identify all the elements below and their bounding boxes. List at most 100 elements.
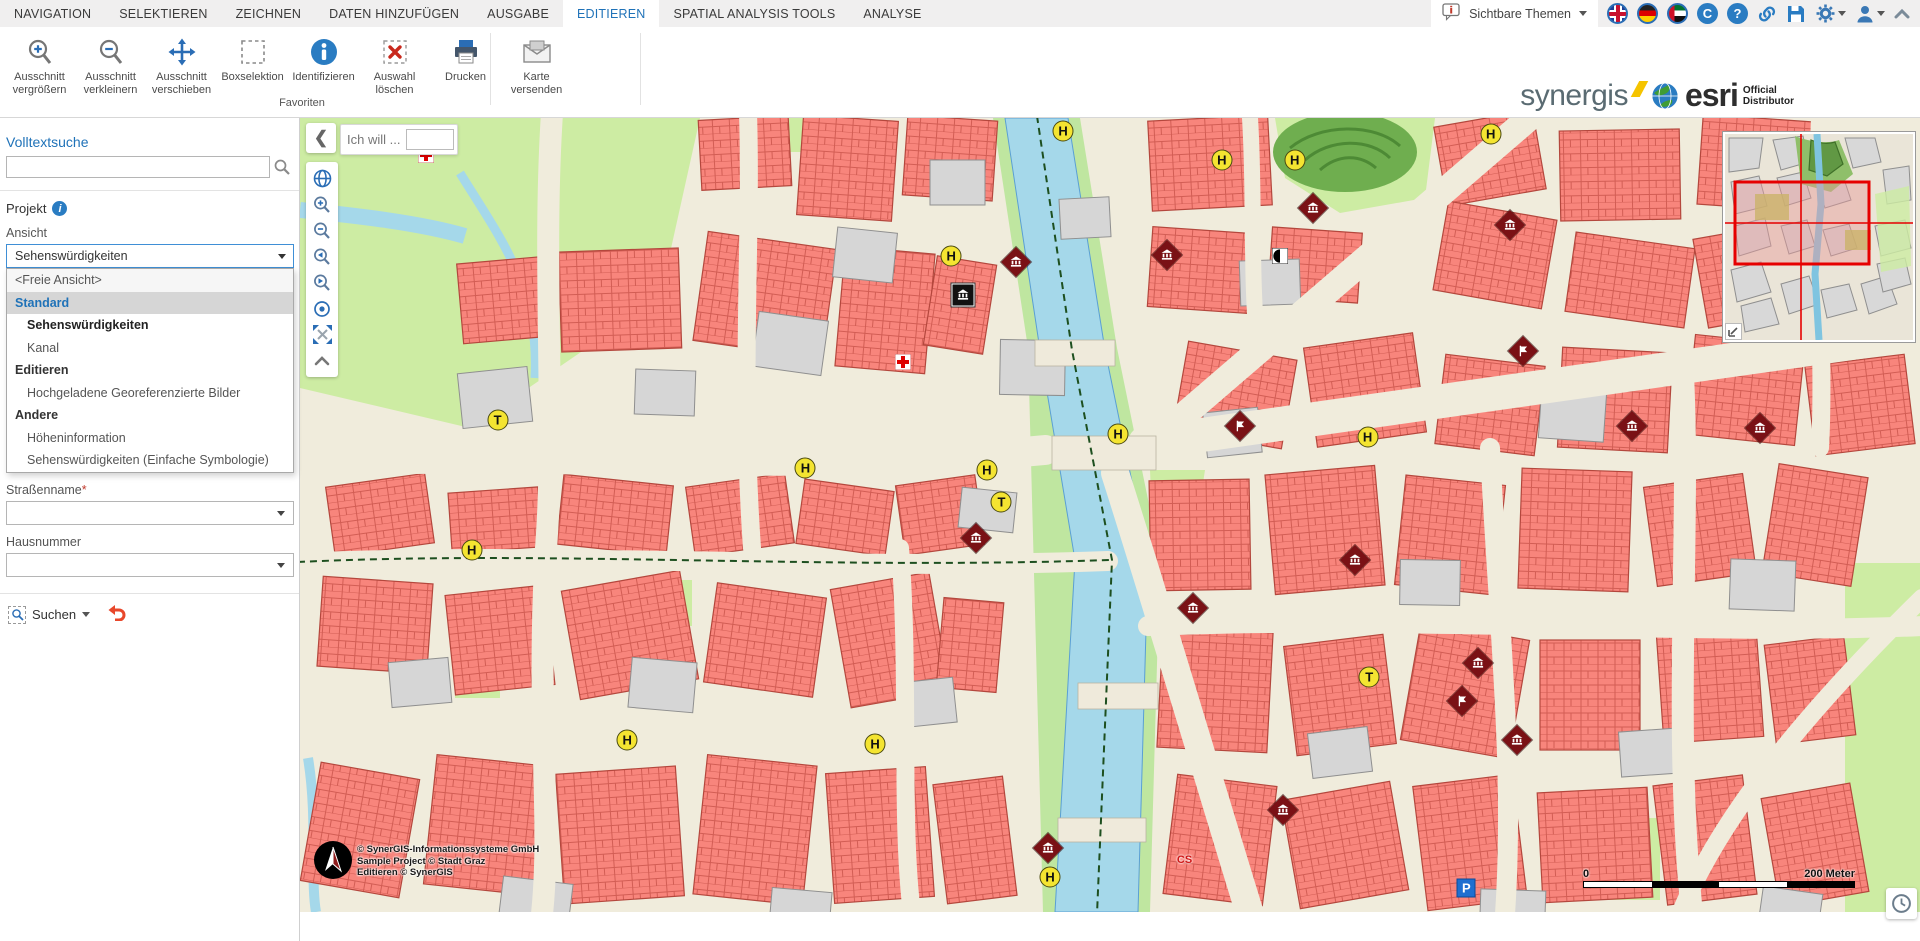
flag-de-icon[interactable] [1637, 3, 1658, 24]
stop-marker-h[interactable]: H [976, 459, 997, 480]
theater-marker[interactable] [1272, 248, 1288, 264]
tab-ausgabe[interactable]: AUSGABE [473, 0, 563, 27]
flag-uk-icon[interactable] [1607, 3, 1628, 24]
chevron-down-icon [1838, 11, 1846, 16]
dropdown-option-hochgeladene-bilder[interactable]: Hochgeladene Georeferenzierte Bilder [7, 382, 293, 405]
ribbon-separator [640, 33, 641, 105]
street-name-input[interactable] [6, 501, 294, 525]
collapse-chevron-icon[interactable] [1894, 8, 1910, 20]
pharmacy-marker[interactable] [895, 354, 911, 370]
info-icon[interactable]: i [52, 201, 67, 216]
tab-daten-hinzufuegen[interactable]: DATEN HINZUFÜGEN [315, 0, 473, 27]
stop-marker-t[interactable]: T [991, 492, 1012, 513]
next-extent-icon[interactable] [309, 271, 335, 294]
collapse-sidebar-button[interactable]: ❮ [306, 123, 336, 153]
i-want-to-input[interactable] [406, 129, 454, 150]
user-icon[interactable] [1855, 4, 1885, 24]
search-icon[interactable] [273, 158, 291, 181]
chevron-down-icon[interactable] [277, 563, 285, 568]
box-select-button[interactable]: Boxselektion [217, 31, 288, 97]
globe-icon[interactable] [309, 167, 335, 190]
collapse-up-icon[interactable] [309, 349, 335, 372]
chevron-down-icon [82, 612, 90, 617]
pan-button[interactable]: Ausschnittverschieben [146, 31, 217, 97]
stop-marker-t[interactable]: T [1359, 666, 1380, 687]
dropdown-group-editieren[interactable]: Editieren [7, 359, 293, 382]
identify-icon [309, 36, 339, 68]
project-label: Projekt i [6, 201, 299, 216]
fulltext-search-title: Volltextsuche [6, 134, 299, 150]
view-dropdown-list: <Freie Ansicht> Standard Sehenswürdigkei… [6, 268, 294, 473]
zoom-out-icon[interactable] [309, 219, 335, 242]
tab-editieren[interactable]: EDITIEREN [563, 0, 659, 27]
tab-zeichnen[interactable]: ZEICHNEN [222, 0, 316, 27]
scale-end-label: 200 Meter [1804, 868, 1855, 880]
dropdown-option-einfache-symbologie[interactable]: Sehenswürdigkeiten (Einfache Symbologie) [7, 449, 293, 472]
dropdown-option-kanal[interactable]: Kanal [7, 337, 293, 360]
visible-themes-button[interactable]: Sichtbare Themen [1431, 0, 1598, 27]
zoom-in-button[interactable]: Ausschnittvergrößern [4, 31, 75, 97]
visible-themes-label: Sichtbare Themen [1469, 7, 1571, 21]
settings-gear-icon[interactable] [1815, 3, 1846, 24]
tab-navigation[interactable]: NAVIGATION [0, 0, 105, 27]
dropdown-group-andere[interactable]: Andere [7, 404, 293, 427]
stop-marker-h[interactable]: H [795, 458, 816, 479]
full-extent-icon[interactable] [309, 323, 335, 346]
stop-marker-h[interactable]: H [1211, 150, 1232, 171]
center-icon[interactable] [309, 297, 335, 320]
stop-marker-h[interactable]: H [461, 539, 482, 560]
dropdown-option-freie-ansicht[interactable]: <Freie Ansicht> [7, 269, 293, 292]
chevron-down-icon[interactable] [277, 511, 285, 516]
stop-marker-h[interactable]: H [1480, 123, 1501, 144]
scale-bar: 0 200 Meter [1583, 868, 1855, 888]
stop-marker-t[interactable]: T [487, 409, 508, 430]
overview-collapse-icon[interactable] [1725, 323, 1742, 340]
stop-marker-h[interactable]: H [1040, 867, 1061, 888]
north-arrow-icon [313, 840, 353, 885]
fulltext-search-input[interactable] [6, 156, 270, 178]
view-select[interactable]: Sehenswürdigkeiten [6, 244, 294, 268]
stop-marker-h[interactable]: H [865, 734, 886, 755]
moon-icon[interactable]: C [1697, 3, 1718, 24]
map-text-label[interactable]: CS [1177, 854, 1192, 866]
parking-marker[interactable]: P [1457, 879, 1476, 898]
overview-map[interactable] [1722, 131, 1916, 343]
dropdown-group-standard[interactable]: Standard [7, 292, 293, 315]
zoom-in-icon[interactable] [309, 193, 335, 216]
stop-marker-h[interactable]: H [1357, 427, 1378, 448]
dropdown-option-sehenswuerdigkeiten[interactable]: Sehenswürdigkeiten [7, 314, 293, 337]
stop-marker-h[interactable]: H [1108, 424, 1129, 445]
chevron-down-icon [1877, 11, 1885, 16]
tab-spatial-analysis-tools[interactable]: SPATIAL ANALYSIS TOOLS [659, 0, 849, 27]
house-number-input[interactable] [6, 553, 294, 577]
museum-marker[interactable] [951, 284, 974, 307]
flag-ae-icon[interactable] [1667, 3, 1688, 24]
clock-icon[interactable] [1886, 888, 1917, 919]
identify-button[interactable]: Identifizieren [288, 31, 359, 97]
save-icon[interactable] [1786, 4, 1806, 24]
reset-undo-icon[interactable] [107, 604, 126, 626]
clear-selection-icon [380, 36, 410, 68]
chevron-down-icon [278, 254, 286, 259]
synergis-logo: synergis [1520, 79, 1628, 113]
stop-marker-h[interactable]: H [1284, 150, 1305, 171]
prev-extent-icon[interactable] [309, 245, 335, 268]
stop-marker-h[interactable]: H [941, 246, 962, 267]
send-map-button[interactable]: Karteversenden [501, 31, 572, 97]
link-icon[interactable] [1757, 4, 1777, 24]
send-map-icon [521, 36, 553, 68]
map-region: HHHHHHHHHHHHHTTTPCS Ich will ... ❮ © Syn… [300, 118, 1920, 941]
i-want-to-widget[interactable]: Ich will ... [340, 124, 458, 155]
clear-selection-button[interactable]: Auswahllöschen [359, 31, 430, 97]
map-canvas[interactable]: HHHHHHHHHHHHHTTTPCS [300, 118, 1920, 912]
zoom-in-icon [25, 36, 55, 68]
stop-marker-h[interactable]: H [1053, 120, 1074, 141]
tab-analyse[interactable]: ANALYSE [849, 0, 935, 27]
help-icon[interactable]: ? [1727, 3, 1748, 24]
tab-selektieren[interactable]: SELEKTIEREN [105, 0, 221, 27]
scale-start-label: 0 [1583, 868, 1589, 880]
zoom-out-button[interactable]: Ausschnittverkleinern [75, 31, 146, 97]
search-button[interactable]: Suchen [8, 606, 90, 624]
stop-marker-h[interactable]: H [617, 729, 638, 750]
dropdown-option-hoeheninformation[interactable]: Höheninformation [7, 427, 293, 450]
